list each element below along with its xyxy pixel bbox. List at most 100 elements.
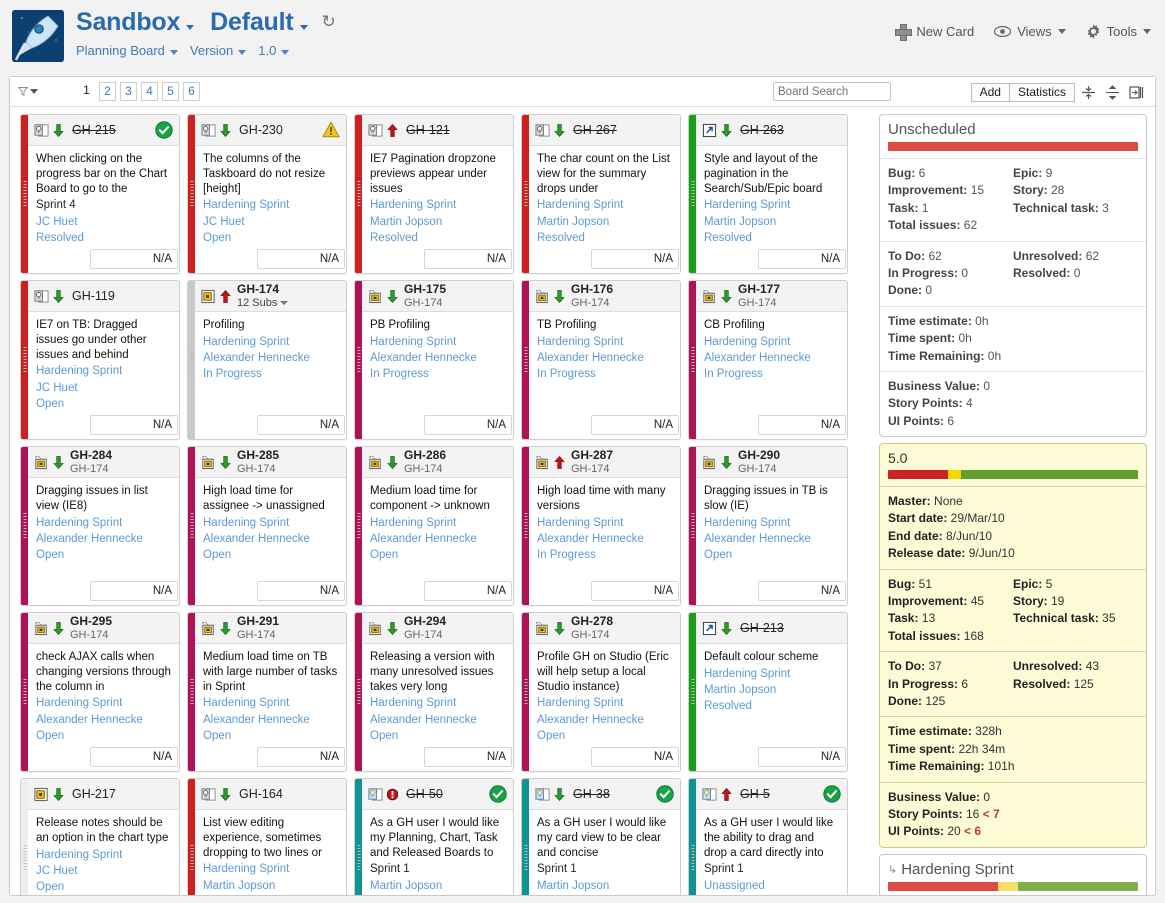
issue-card[interactable]: GH-284 GH-174 Dragging issues in list view… <box>20 446 180 606</box>
issue-key[interactable]: GH-287 <box>571 448 613 463</box>
page-2[interactable]: 2 <box>99 82 116 101</box>
card-meta-field[interactable]: Hardening Sprint <box>704 515 839 531</box>
card-meta-field[interactable]: Hardening Sprint <box>370 515 505 531</box>
card-meta-field[interactable]: Hardening Sprint <box>537 197 672 213</box>
card-meta-field[interactable]: Hardening Sprint <box>370 197 505 213</box>
card-meta-field[interactable]: Alexander Hennecke <box>537 531 672 547</box>
issue-key[interactable]: GH-278 <box>571 614 613 629</box>
issue-key[interactable]: GH-164 <box>239 787 283 801</box>
card-meta-field[interactable]: Open <box>203 894 338 895</box>
card-meta-field[interactable]: Hardening Sprint <box>370 695 505 711</box>
issue-card[interactable]: GH-290 GH-174 Dragging issues in TB is slo… <box>688 446 848 606</box>
issue-card[interactable]: GH-164 List view editing experience, some… <box>187 778 347 895</box>
issue-key[interactable]: GH-290 <box>738 448 780 463</box>
issue-key[interactable]: GH-285 <box>237 448 279 463</box>
card-meta-field[interactable]: In Progress <box>537 366 672 382</box>
card-meta-field[interactable]: Alexander Hennecke <box>370 531 505 547</box>
card-meta-field[interactable]: Alexander Hennecke <box>537 350 672 366</box>
card-meta-field[interactable]: JC Huet <box>36 863 171 879</box>
issue-card[interactable]: GH-50 As a GH user I would like my Planni… <box>354 778 514 895</box>
estimate-field[interactable]: N/A <box>257 249 345 269</box>
card-meta-field[interactable]: In Progress <box>704 366 839 382</box>
page-5[interactable]: 5 <box>162 82 179 101</box>
drag-handle[interactable] <box>23 513 26 539</box>
drag-handle[interactable] <box>357 181 360 207</box>
estimate-field[interactable]: N/A <box>424 415 512 435</box>
drag-handle[interactable] <box>190 181 193 207</box>
card-meta-field[interactable]: Resolved <box>704 698 839 714</box>
card-meta-field[interactable]: Resolved <box>370 230 505 246</box>
card-meta-field[interactable]: Martin Jopson <box>203 878 338 894</box>
page-6[interactable]: 6 <box>183 82 200 101</box>
estimate-field[interactable]: N/A <box>257 415 345 435</box>
drag-handle[interactable] <box>691 513 694 539</box>
drag-handle[interactable] <box>190 347 193 373</box>
issue-key[interactable]: GH-217 <box>72 787 116 801</box>
issue-key[interactable]: GH-5 <box>740 787 770 801</box>
statistics-button[interactable]: Statistics <box>1009 82 1075 102</box>
card-meta-field[interactable]: Martin Jopson <box>370 878 505 894</box>
estimate-field[interactable]: N/A <box>90 581 178 601</box>
version-panel[interactable]: 5.0 Master: None Start date: 29/Mar/10 End … <box>879 443 1147 848</box>
issue-card[interactable]: GH-294 GH-174 Releasing a version with man… <box>354 612 514 772</box>
drag-handle[interactable] <box>357 347 360 373</box>
issue-card[interactable]: GH-278 GH-174 Profile GH on Studio (Eric w… <box>521 612 681 772</box>
card-meta-field[interactable]: Unassigned <box>704 878 839 894</box>
issue-card[interactable]: GH-5 As a GH user I would like the abilit… <box>688 778 848 895</box>
card-meta-field[interactable]: Resolved <box>36 230 171 246</box>
issue-card[interactable]: GH-285 GH-174 High load time for assignee … <box>187 446 347 606</box>
card-meta-field[interactable]: Resolved <box>704 230 839 246</box>
card-meta-field[interactable]: Resolved <box>537 230 672 246</box>
issue-key[interactable]: GH-230 <box>239 123 283 137</box>
parent-issue-key[interactable]: GH-174 <box>571 297 613 310</box>
card-meta-field[interactable]: Hardening Sprint <box>36 847 171 863</box>
parent-issue-key[interactable]: GH-174 <box>738 297 780 310</box>
tools-menu[interactable]: Tools <box>1086 24 1151 39</box>
issue-key[interactable]: GH-177 <box>738 282 780 297</box>
card-meta-field[interactable]: Open <box>36 547 171 563</box>
card-meta-field[interactable]: Alexander Hennecke <box>36 531 171 547</box>
expand-rows-icon[interactable] <box>1101 82 1123 102</box>
estimate-field[interactable]: N/A <box>591 747 679 767</box>
version-panel[interactable]: Unscheduled Bug: 6 Improvement: 15 Task: 1 T… <box>879 114 1147 438</box>
parent-issue-key[interactable]: GH-174 <box>738 463 780 476</box>
card-meta-field[interactable]: Martin Jopson <box>370 214 505 230</box>
page-4[interactable]: 4 <box>141 82 158 101</box>
card-meta-field[interactable]: JC Huet <box>203 214 338 230</box>
card-meta-field[interactable]: Open <box>203 230 338 246</box>
issue-card[interactable]: GH-286 GH-174 Medium load time for compone… <box>354 446 514 606</box>
project-chevron-down-icon[interactable] <box>186 25 195 30</box>
card-meta-field[interactable]: Alexander Hennecke <box>537 712 672 728</box>
parent-issue-key[interactable]: GH-174 <box>404 297 446 310</box>
drag-handle[interactable] <box>691 845 694 871</box>
card-meta-field[interactable]: In Progress <box>203 366 338 382</box>
subtask-count[interactable]: 12 Subs <box>237 297 289 310</box>
issue-key[interactable]: GH-263 <box>740 123 784 137</box>
issue-card[interactable]: GH-267 The char count on the List view fo… <box>521 114 681 274</box>
drag-handle[interactable] <box>524 679 527 705</box>
estimate-field[interactable]: N/A <box>257 747 345 767</box>
card-meta-field[interactable]: Hardening Sprint <box>203 197 338 213</box>
project-name[interactable]: Sandbox <box>76 8 180 37</box>
drag-handle[interactable] <box>357 845 360 871</box>
card-meta-field[interactable]: Hardening Sprint <box>537 515 672 531</box>
estimate-field[interactable]: N/A <box>90 747 178 767</box>
issue-card[interactable]: GH-176 GH-174 TB Profiling Hardening Sprint… <box>521 280 681 440</box>
card-meta-field[interactable]: Hardening Sprint <box>36 363 171 379</box>
card-meta-field[interactable]: Open <box>203 547 338 563</box>
version-sidebar[interactable]: Unscheduled Bug: 6 Improvement: 15 Task: 1 T… <box>879 108 1151 895</box>
drag-handle[interactable] <box>190 513 193 539</box>
estimate-field[interactable]: N/A <box>591 581 679 601</box>
add-button[interactable]: Add <box>970 82 1010 102</box>
estimate-field[interactable]: N/A <box>758 249 846 269</box>
issue-card[interactable]: GH-215 When clicking on the progress bar … <box>20 114 180 274</box>
issue-card[interactable]: GH-38 As a GH user I would like my card v… <box>521 778 681 895</box>
cards-area[interactable]: GH-215 When clicking on the progress bar … <box>10 108 878 895</box>
issue-card[interactable]: GH-121 IE7 Pagination dropzone previews a… <box>354 114 514 274</box>
collapse-rows-icon[interactable] <box>1077 82 1099 102</box>
page-1[interactable]: 1 <box>78 82 95 101</box>
parent-issue-key[interactable]: GH-174 <box>237 629 279 642</box>
new-card-button[interactable]: New Card <box>895 24 974 41</box>
drag-handle[interactable] <box>357 513 360 539</box>
issue-key[interactable]: GH-294 <box>404 614 446 629</box>
